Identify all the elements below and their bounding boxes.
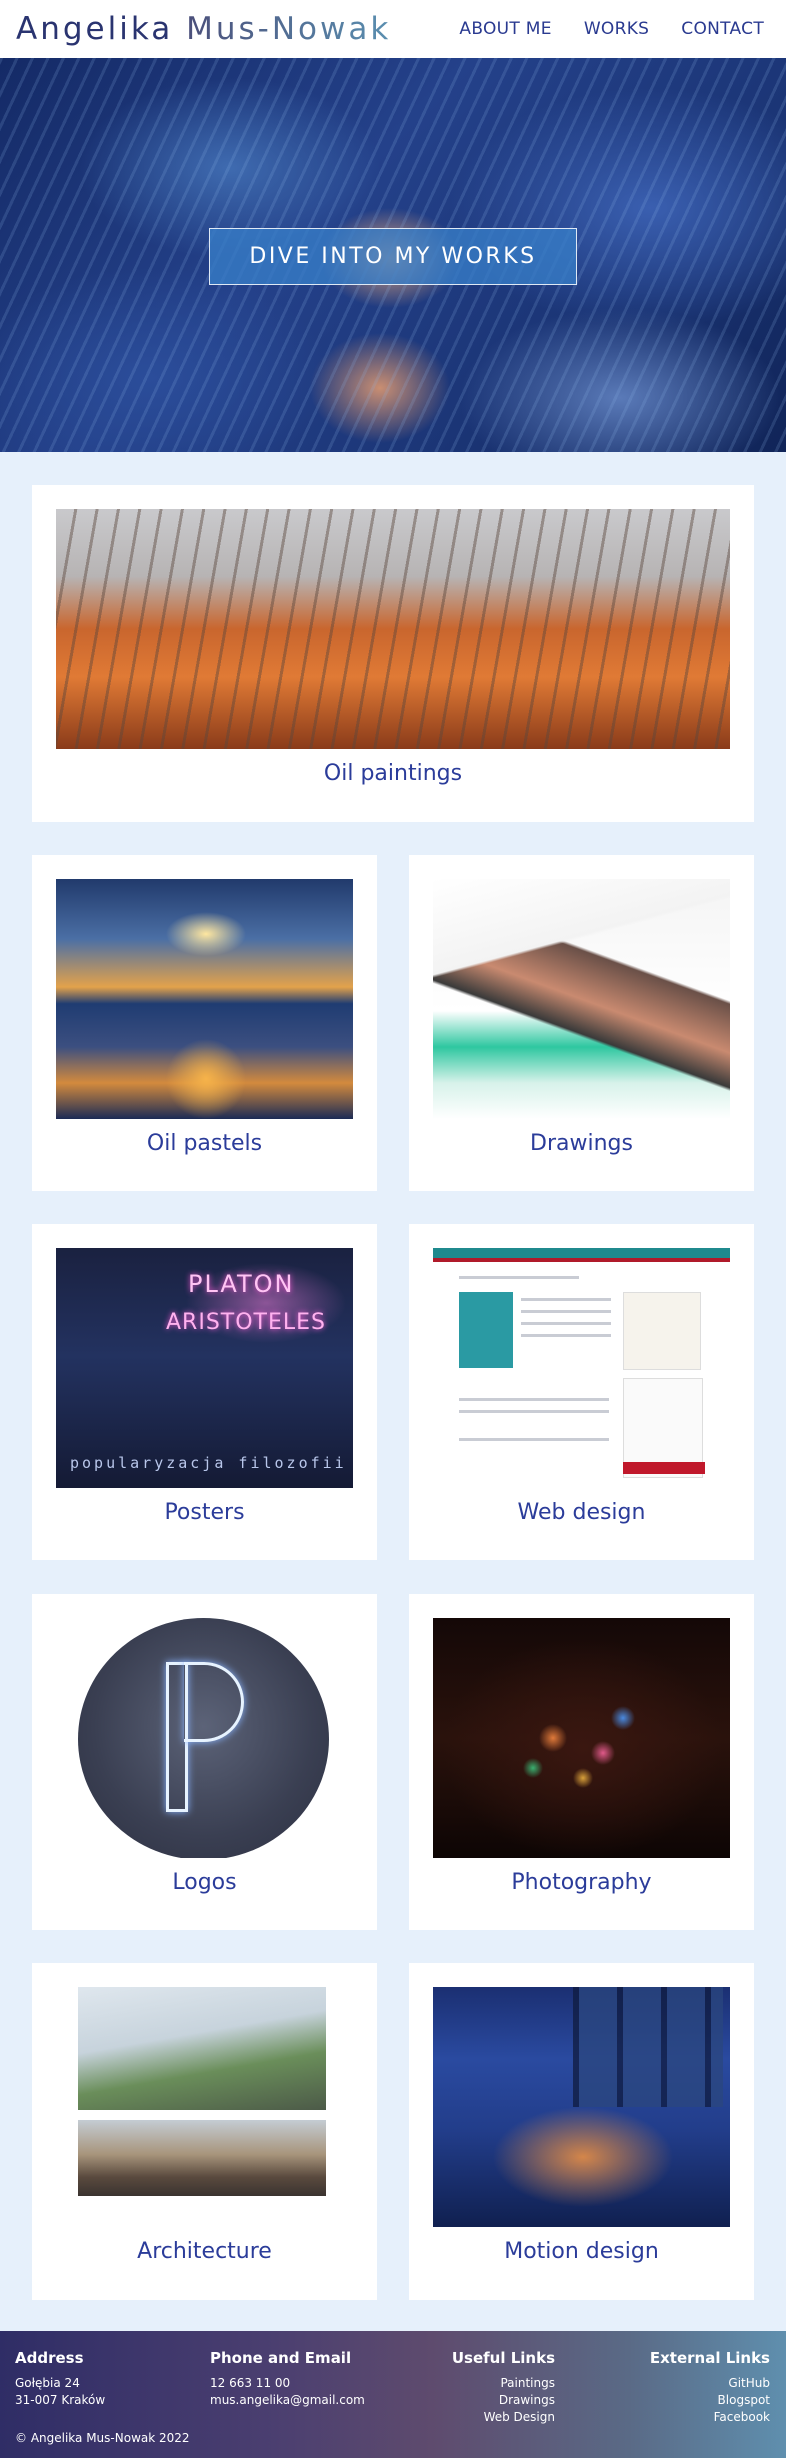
logos-image[interactable]: [56, 1618, 353, 1858]
oil-pastels-image[interactable]: [56, 879, 353, 1119]
architecture-image[interactable]: [56, 1987, 353, 2227]
work-title-oil-paintings[interactable]: Oil paintings: [32, 761, 754, 786]
footer-external-links: External Links GitHub Blogspot Facebook: [640, 2349, 770, 2426]
web-mock-line: [521, 1310, 611, 1313]
footer-contact-heading: Phone and Email: [210, 2349, 352, 2367]
work-card-drawings[interactable]: Drawings: [409, 855, 754, 1191]
poster-caption: popularyzacja filozofii: [70, 1454, 347, 1472]
web-mock-line: [521, 1298, 611, 1301]
web-mock-accentbar: [433, 1258, 730, 1262]
main-nav: ABOUT ME WORKS CONTACT: [459, 19, 770, 39]
footer-copyright: © Angelika Mus-Nowak 2022: [15, 2431, 190, 2445]
footer-address-city: 31-007 Kraków: [15, 2393, 106, 2407]
architecture-render-bottom: [78, 2120, 326, 2196]
web-mock-submit-button: [623, 1462, 705, 1474]
work-title-oil-pastels[interactable]: Oil pastels: [32, 1131, 377, 1156]
hero-banner: DIVE INTO MY WORKS: [0, 58, 786, 452]
dive-into-works-button[interactable]: DIVE INTO MY WORKS: [209, 228, 577, 285]
web-mock-line: [521, 1322, 611, 1325]
work-card-oil-pastels[interactable]: Oil pastels: [32, 855, 377, 1191]
work-title-architecture[interactable]: Architecture: [32, 2239, 377, 2264]
poster-neon-aristoteles: ARISTOTELES: [166, 1310, 327, 1335]
motion-design-image[interactable]: [433, 1987, 730, 2227]
footer-link-drawings[interactable]: Drawings: [440, 2392, 555, 2409]
web-mock-line: [459, 1438, 609, 1441]
nav-works[interactable]: WORKS: [584, 19, 649, 39]
web-mock-journal-cover: [459, 1292, 513, 1368]
photography-image[interactable]: [433, 1618, 730, 1858]
architecture-render-top: [78, 1987, 326, 2110]
footer-link-github[interactable]: GitHub: [640, 2375, 770, 2392]
posters-image[interactable]: PLATON ARISTOTELES popularyzacja filozof…: [56, 1248, 353, 1488]
web-mock-line: [459, 1276, 579, 1279]
motion-window: [573, 1987, 723, 2107]
web-mock-line: [459, 1410, 609, 1413]
footer-link-blogspot[interactable]: Blogspot: [640, 2392, 770, 2409]
logo-first-name: Angelika: [16, 11, 187, 47]
work-title-drawings[interactable]: Drawings: [409, 1131, 754, 1156]
logo-last-name: Mus-Nowak: [186, 11, 392, 47]
footer-useful-heading: Useful Links: [451, 2349, 555, 2367]
footer-phone[interactable]: 12 663 11 00: [210, 2375, 365, 2392]
footer-external-heading: External Links: [649, 2349, 770, 2367]
footer-address-street: Gołębia 24: [15, 2376, 80, 2390]
footer-address-heading: Address: [15, 2349, 84, 2367]
footer-link-web-design[interactable]: Web Design: [440, 2409, 555, 2426]
work-card-photography[interactable]: Photography: [409, 1594, 754, 1930]
footer-address: Address Gołębia 24 31-007 Kraków: [15, 2349, 105, 2409]
site-logo[interactable]: Angelika Mus-Nowak: [16, 11, 391, 47]
work-card-web-design[interactable]: Web design: [409, 1224, 754, 1560]
footer-link-paintings[interactable]: Paintings: [440, 2375, 555, 2392]
web-mock-topbar: [433, 1248, 730, 1258]
footer-contact: Phone and Email 12 663 11 00 mus.angelik…: [210, 2349, 365, 2409]
work-card-logos[interactable]: Logos: [32, 1594, 377, 1930]
nav-contact[interactable]: CONTACT: [681, 19, 764, 39]
oil-paintings-image[interactable]: [56, 509, 730, 749]
footer-useful-links: Useful Links Paintings Drawings Web Desi…: [440, 2349, 555, 2426]
site-footer: Address Gołębia 24 31-007 Kraków Phone a…: [0, 2331, 786, 2458]
web-mock-image-box: [623, 1292, 701, 1370]
work-title-photography[interactable]: Photography: [409, 1870, 754, 1895]
nav-about-me[interactable]: ABOUT ME: [459, 19, 551, 39]
work-title-posters[interactable]: Posters: [32, 1500, 377, 1525]
web-mock-line: [459, 1398, 609, 1401]
poster-neon-platon: PLATON: [188, 1270, 295, 1298]
site-header: Angelika Mus-Nowak ABOUT ME WORKS CONTAC…: [0, 0, 786, 58]
work-title-logos[interactable]: Logos: [32, 1870, 377, 1895]
footer-email[interactable]: mus.angelika@gmail.com: [210, 2392, 365, 2409]
web-design-image[interactable]: [433, 1248, 730, 1488]
work-card-posters[interactable]: PLATON ARISTOTELES popularyzacja filozof…: [32, 1224, 377, 1560]
work-card-motion-design[interactable]: Motion design: [409, 1963, 754, 2300]
work-card-architecture[interactable]: Architecture: [32, 1963, 377, 2300]
footer-link-facebook[interactable]: Facebook: [640, 2409, 770, 2426]
work-card-oil-paintings[interactable]: Oil paintings: [32, 485, 754, 822]
web-mock-line: [521, 1334, 611, 1337]
drawings-image[interactable]: [433, 879, 730, 1119]
work-title-web-design[interactable]: Web design: [409, 1500, 754, 1525]
work-title-motion-design[interactable]: Motion design: [409, 2239, 754, 2264]
